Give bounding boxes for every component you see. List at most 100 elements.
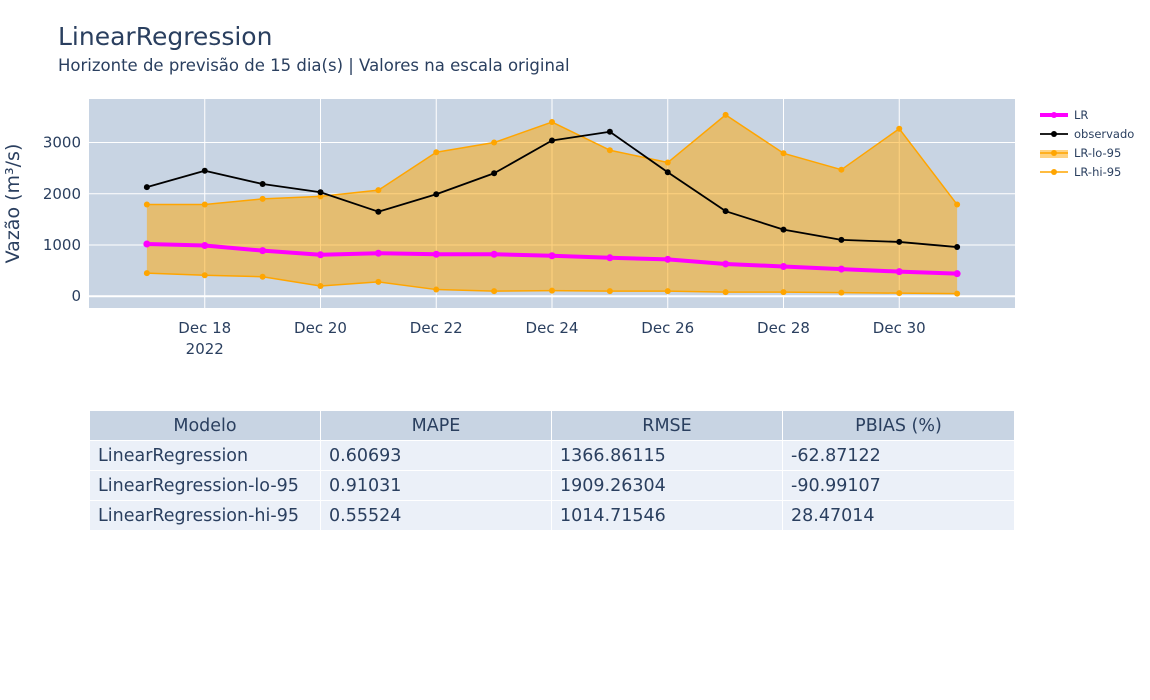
y-tick-label: 2000 <box>43 185 81 203</box>
lr-hi-95-point <box>433 149 440 156</box>
legend-swatch-marker <box>1051 169 1057 175</box>
observado-point <box>606 128 613 135</box>
lr-hi-95-point <box>549 119 555 126</box>
table-cell: 1366.86115 <box>552 441 783 471</box>
observado-point <box>143 184 150 191</box>
lr-lo-95-point <box>201 272 208 279</box>
lr-lo-95-point <box>433 286 440 293</box>
lr-hi-95-point <box>664 159 671 166</box>
metrics-table: Modelo MAPE RMSE PBIAS (%) LinearRegress… <box>90 411 1015 531</box>
lr-lo-95-point <box>606 288 613 295</box>
lr-lo-95-point <box>664 288 671 295</box>
lr-point <box>606 254 614 262</box>
lr-hi-95-point <box>201 201 208 208</box>
table-cell: LinearRegression <box>90 441 321 471</box>
lr-point <box>837 265 845 273</box>
lr-point <box>722 260 730 268</box>
x-tick-year-label: 2022 <box>186 340 224 358</box>
lr-hi-95-point <box>375 187 382 194</box>
x-tick-label: Dec 30 <box>873 319 926 337</box>
lr-lo-95-point <box>375 278 382 285</box>
lr-lo-95-point <box>317 282 324 289</box>
table-cell: 0.60693 <box>321 441 552 471</box>
observado-point <box>259 181 266 188</box>
table-row: LinearRegression-hi-95 0.55524 1014.7154… <box>90 501 1015 531</box>
legend-label: LR-lo-95 <box>1074 146 1121 160</box>
table-row: LinearRegression 0.60693 1366.86115 -62.… <box>90 441 1015 471</box>
observado-point <box>896 238 903 245</box>
lr-point <box>490 250 498 258</box>
lr-hi-95-point <box>896 125 903 132</box>
legend-swatch-marker <box>1051 112 1057 118</box>
lr-hi-95-point <box>491 139 498 146</box>
lr-lo-95-point <box>143 270 150 277</box>
lr-point <box>780 263 787 271</box>
y-tick-label: 3000 <box>43 134 81 152</box>
observado-point <box>664 169 671 176</box>
observado-point <box>838 236 845 243</box>
x-tick-label: Dec 18 <box>178 319 231 337</box>
observado-point <box>722 208 729 215</box>
lr-point <box>895 268 903 276</box>
lr-point <box>953 270 961 278</box>
table-cell: 28.47014 <box>783 501 1015 531</box>
table-cell: -62.87122 <box>783 441 1015 471</box>
lr-lo-95-point <box>259 273 266 280</box>
lr-lo-95-point <box>549 287 555 294</box>
lr-lo-95-point <box>838 289 845 296</box>
table-header-row: Modelo MAPE RMSE PBIAS (%) <box>90 411 1015 441</box>
legend-label: LR <box>1074 108 1088 122</box>
x-tick-label: Dec 20 <box>294 319 347 337</box>
column-header-mape: MAPE <box>321 411 552 441</box>
observado-point <box>375 208 382 215</box>
lr-point <box>664 255 672 263</box>
table-cell: 0.91031 <box>321 471 552 501</box>
column-header-pbias: PBIAS (%) <box>783 411 1015 441</box>
lr-point <box>432 250 440 258</box>
table-cell: LinearRegression-hi-95 <box>90 501 321 531</box>
x-tick-label: Dec 26 <box>641 319 694 337</box>
lr-lo-95-point <box>491 288 498 295</box>
observado-point <box>201 167 208 174</box>
lr-point <box>374 249 382 257</box>
legend-label: observado <box>1074 127 1134 141</box>
lr-point <box>143 240 151 248</box>
observado-point <box>433 191 440 198</box>
legend-swatch-marker <box>1051 150 1057 156</box>
y-tick-label: 1000 <box>43 236 81 254</box>
lr-point <box>317 251 324 259</box>
lr-point <box>201 242 209 250</box>
column-header-rmse: RMSE <box>552 411 783 441</box>
lr-hi-95-point <box>259 195 266 202</box>
column-header-modelo: Modelo <box>90 411 321 441</box>
observado-point <box>317 189 324 196</box>
observado-point <box>549 137 555 144</box>
lr-hi-95-point <box>838 166 845 173</box>
x-tick-label: Dec 22 <box>410 319 463 337</box>
table-cell: 1909.26304 <box>552 471 783 501</box>
x-tick-label: Dec 28 <box>757 319 810 337</box>
lr-hi-95-point <box>722 111 729 118</box>
lr-point <box>259 247 267 255</box>
lr-hi-95-point <box>954 201 961 208</box>
observado-point <box>780 226 787 233</box>
table-cell: LinearRegression-lo-95 <box>90 471 321 501</box>
table-row: LinearRegression-lo-95 0.91031 1909.2630… <box>90 471 1015 501</box>
table-cell: -90.99107 <box>783 471 1015 501</box>
lr-lo-95-point <box>780 289 787 296</box>
lr-lo-95-point <box>722 289 729 296</box>
observado-point <box>491 170 498 177</box>
observado-point <box>954 244 961 251</box>
chart-svg: 0 1000 2000 3000 Dec 18 2022 Dec 20 Dec 22 Dec 2… <box>2 99 1134 358</box>
table-cell: 0.55524 <box>321 501 552 531</box>
lr-hi-95-point <box>143 201 150 208</box>
y-tick-label: 0 <box>71 287 81 305</box>
y-axis-title: Vazão (m³/s) <box>2 144 24 264</box>
legend-swatch-marker <box>1051 131 1057 137</box>
lr-lo-95-point <box>896 290 903 297</box>
x-tick-label: Dec 24 <box>526 319 579 337</box>
lr-point <box>548 252 556 260</box>
lr-lo-95-point <box>954 290 961 297</box>
legend-label: LR-hi-95 <box>1074 165 1121 179</box>
lr-hi-95-point <box>606 147 613 154</box>
